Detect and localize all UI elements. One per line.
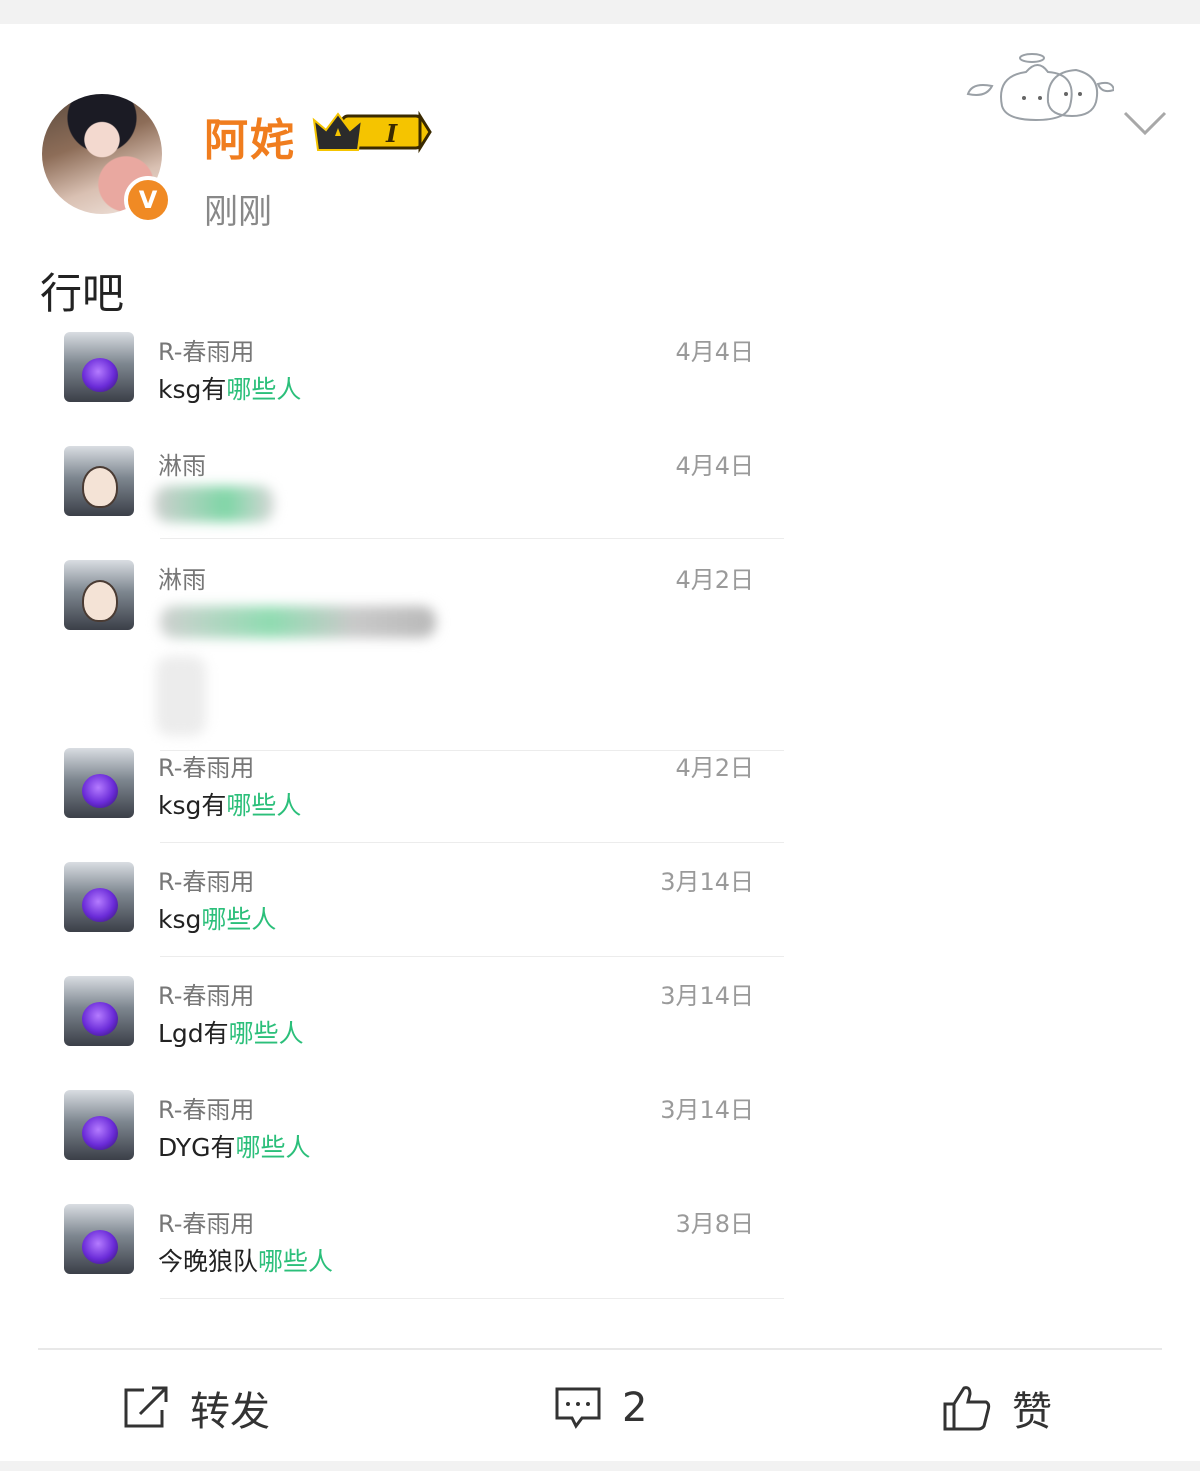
list-item: R-春雨用 3月8日 今晚狼队哪些人 [64,1204,784,1300]
commenter-name: R-春雨用 [158,1210,255,1238]
divider [160,956,784,957]
commenter-avatar [64,332,134,402]
blurred-comment-text [160,606,436,638]
list-item: 淋雨 4月4日 [64,446,784,539]
comment-prefix: Lgd有 [158,1019,229,1048]
thumbs-up-icon [943,1386,991,1431]
action-bar-divider [38,1348,1162,1350]
comment-prefix: ksg [158,905,202,934]
comment-text: ksg有哪些人 [158,370,301,406]
comment-text: Lgd有哪些人 [158,1014,304,1050]
repost-label: 转发 [190,1389,270,1435]
commenter-name: 淋雨 [158,452,206,480]
comment-date: 4月2日 [675,566,754,594]
blurred-comment-text [154,486,274,522]
comment-highlight: 哪些人 [201,905,277,934]
list-item: R-春雨用 4月2日 ksg有哪些人 [64,748,784,843]
comment-date: 3月14日 [660,868,754,896]
vip-level: I [385,119,398,148]
comment-highlight: 哪些人 [258,1247,334,1276]
divider [160,842,784,843]
like-button[interactable]: 赞 [942,1378,1052,1438]
comment-date: 3月8日 [675,1210,754,1238]
commenter-avatar [64,748,134,818]
like-label: 赞 [1012,1389,1052,1435]
commenter-avatar [64,976,134,1046]
list-item: R-春雨用 3月14日 DYG有哪些人 [64,1090,784,1180]
comment-highlight: 哪些人 [235,1133,311,1162]
comment-date: 4月4日 [675,338,754,366]
commenter-avatar [64,862,134,932]
username[interactable]: 阿姹 [204,104,296,168]
comment-prefix: DYG有 [158,1133,236,1162]
comment-text: ksg哪些人 [158,900,276,936]
verified-badge: V [124,176,172,224]
comment-count: 2 [622,1385,648,1431]
comment-date: 4月2日 [675,754,754,782]
commenter-avatar [64,1204,134,1274]
comment-date: 3月14日 [660,1096,754,1124]
comment-date: 3月14日 [660,982,754,1010]
comment-icon [555,1387,601,1429]
post-time: 刚刚 [204,192,272,232]
cats-sticker-icon [966,53,1114,122]
commenter-name: R-春雨用 [158,982,255,1010]
comment-highlight: 哪些人 [228,1019,304,1048]
comment-highlight: 哪些人 [226,791,302,820]
comment-prefix: 今晚狼队 [158,1247,259,1276]
commenter-name: 淋雨 [158,566,206,594]
comment-highlight: 哪些人 [226,375,302,404]
divider [160,1298,784,1299]
list-item: 淋雨 4月2日 [64,560,784,751]
blurred-comment-image [156,656,206,736]
list-item: R-春雨用 3月14日 Lgd有哪些人 [64,976,784,1066]
comment-text: ksg有哪些人 [158,786,301,822]
vip-crown-icon[interactable]: I [312,110,432,154]
divider [160,538,784,539]
share-icon [124,1386,168,1428]
comment-prefix: ksg有 [158,791,227,820]
comment-date: 4月4日 [675,452,754,480]
commenter-name: R-春雨用 [158,338,255,366]
comment-prefix: ksg有 [158,375,227,404]
commenter-name: R-春雨用 [158,754,255,782]
commenter-avatar [64,560,134,630]
comment-button[interactable]: 2 [554,1378,647,1438]
commenter-avatar [64,1090,134,1160]
commenter-name: R-春雨用 [158,1096,255,1124]
post-card: V 阿姹 I 刚刚 行吧 R-春雨用 4月4日 ksg有哪些人 淋雨 4月4日 … [0,24,1200,1461]
chevron-down-icon[interactable] [1122,108,1168,138]
post-text: 行吧 [40,269,125,318]
commenter-avatar [64,446,134,516]
commenter-name: R-春雨用 [158,868,255,896]
comment-text: DYG有哪些人 [158,1128,311,1164]
comment-text: 今晚狼队哪些人 [158,1242,333,1278]
list-item: R-春雨用 3月14日 ksg哪些人 [64,862,784,957]
list-item: R-春雨用 4月4日 ksg有哪些人 [64,332,784,422]
repost-button[interactable]: 转发 [122,1378,270,1438]
